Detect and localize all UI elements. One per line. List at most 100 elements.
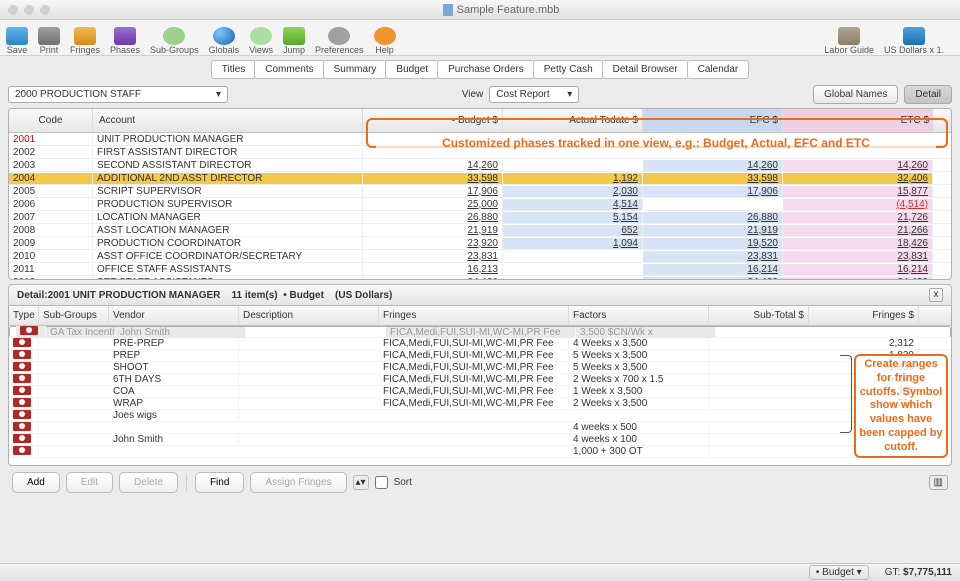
- table-row[interactable]: 2009PRODUCTION COORDINATOR23,9201,09419,…: [9, 237, 951, 250]
- tab-budget[interactable]: Budget: [385, 60, 439, 79]
- cash-icon: [13, 374, 31, 383]
- table-row[interactable]: 2008ASST LOCATION MANAGER21,91965221,919…: [9, 224, 951, 237]
- dcol-vendor[interactable]: Vendor: [109, 306, 239, 325]
- subgroups-button[interactable]: Sub-Groups: [150, 27, 199, 55]
- sort-checkbox[interactable]: [375, 476, 388, 489]
- tab-summary[interactable]: Summary: [323, 60, 388, 79]
- table-row[interactable]: 2001UNIT PRODUCTION MANAGER: [9, 133, 951, 146]
- save-button[interactable]: Save: [6, 27, 28, 55]
- col-account[interactable]: Account: [93, 109, 363, 132]
- subgroups-icon: [163, 27, 185, 45]
- detail-row[interactable]: GA Tax IncentiveJohn SmithFICA,Medi,FUI,…: [9, 326, 951, 338]
- globals-button[interactable]: Globals: [209, 27, 240, 55]
- help-icon: [374, 27, 396, 45]
- print-button[interactable]: Print: [38, 27, 60, 55]
- find-button[interactable]: Find: [195, 472, 244, 493]
- edit-button[interactable]: Edit: [66, 472, 113, 493]
- detail-row[interactable]: SHOOTFICA,Medi,FUI,SUI-MI,WC-MI,PR Fee5 …: [9, 362, 951, 374]
- tab-purchase-orders[interactable]: Purchase Orders: [437, 60, 535, 79]
- table-row[interactable]: 2003SECOND ASSISTANT DIRECTOR14,26014,26…: [9, 159, 951, 172]
- tab-petty-cash[interactable]: Petty Cash: [533, 60, 604, 79]
- view-label: View: [462, 89, 484, 100]
- tab-titles[interactable]: Titles: [211, 60, 257, 79]
- jump-button[interactable]: Jump: [283, 27, 305, 55]
- tab-comments[interactable]: Comments: [254, 60, 324, 79]
- views-button[interactable]: Views: [249, 27, 273, 55]
- dcol-subtotal[interactable]: Sub-Total $: [709, 306, 809, 325]
- dcol-subgroups[interactable]: Sub-Groups: [39, 306, 109, 325]
- detail-row[interactable]: WRAPFICA,Medi,FUI,SUI-MI,WC-MI,PR Fee2 W…: [9, 398, 951, 410]
- window-titlebar: Sample Feature.mbb: [0, 0, 960, 20]
- accounts-grid[interactable]: Code Account • Budget $ Actual Todate $ …: [8, 108, 952, 280]
- detail-actions: Add Edit Delete Find Assign Fringes ▴▾ S…: [0, 468, 960, 497]
- dcol-fringes-amt[interactable]: Fringes $: [809, 306, 919, 325]
- table-row[interactable]: 2010ASST OFFICE COORDINATOR/SECRETARY23,…: [9, 250, 951, 263]
- detail-button[interactable]: Detail: [904, 85, 952, 104]
- close-detail-button[interactable]: x: [929, 288, 943, 302]
- assign-fringes-button[interactable]: Assign Fringes: [250, 472, 346, 493]
- table-row[interactable]: 2004ADDITIONAL 2ND ASST DIRECTOR33,5981,…: [9, 172, 951, 185]
- detail-count: 11 item(s): [232, 290, 278, 301]
- add-button[interactable]: Add: [12, 472, 60, 493]
- col-etc[interactable]: ETC $: [783, 109, 933, 132]
- sort-stepper[interactable]: ▴▾: [353, 475, 369, 490]
- traffic-lights[interactable]: [8, 5, 50, 15]
- cash-icon: [13, 422, 31, 431]
- view-selector[interactable]: Cost Report ▾: [489, 86, 579, 103]
- phases-icon: [114, 27, 136, 45]
- detail-row[interactable]: Joes wigs: [9, 410, 951, 422]
- detail-row[interactable]: PRE-PREPFICA,Medi,FUI,SUI-MI,WC-MI,PR Fe…: [9, 338, 951, 350]
- detail-row[interactable]: 6TH DAYSFICA,Medi,FUI,SUI-MI,WC-MI,PR Fe…: [9, 374, 951, 386]
- detail-row[interactable]: PREPFICA,Medi,FUI,SUI-MI,WC-MI,PR Fee5 W…: [9, 350, 951, 362]
- fringes-button[interactable]: Fringes: [70, 27, 100, 55]
- detail-row[interactable]: 4 weeks x 500: [9, 422, 951, 434]
- status-phase-selector[interactable]: • Budget ▾: [809, 565, 869, 580]
- section-tabs: Titles Comments Summary Budget Purchase …: [0, 60, 960, 79]
- main-toolbar: Save Print Fringes Phases Sub-Groups Glo…: [0, 20, 960, 56]
- global-names-button[interactable]: Global Names: [813, 85, 898, 104]
- cash-icon: [13, 362, 31, 371]
- close-window-icon[interactable]: [8, 5, 18, 15]
- col-actual[interactable]: Actual Todate $: [503, 109, 643, 132]
- globals-icon: [213, 27, 235, 45]
- dcol-type[interactable]: Type: [9, 306, 39, 325]
- dcol-description[interactable]: Description: [239, 306, 379, 325]
- zoom-window-icon[interactable]: [40, 5, 50, 15]
- annotation-text-2: Create ranges for fringe cutoffs. Symbol…: [854, 354, 948, 458]
- preferences-button[interactable]: Preferences: [315, 27, 364, 55]
- detail-grid[interactable]: Type Sub-Groups Vendor Description Fring…: [8, 306, 952, 466]
- window-title: Sample Feature.mbb: [457, 4, 560, 16]
- fringes-icon: [74, 27, 96, 45]
- table-row[interactable]: 2005SCRIPT SUPERVISOR17,9062,03017,90615…: [9, 185, 951, 198]
- tab-detail-browser[interactable]: Detail Browser: [602, 60, 689, 79]
- phases-button[interactable]: Phases: [110, 27, 140, 55]
- table-row[interactable]: 2011OFFICE STAFF ASSISTANTS16,21316,2141…: [9, 263, 951, 276]
- currency-button[interactable]: US Dollars x 1.: [884, 27, 944, 55]
- table-row[interactable]: 2002FIRST ASSISTANT DIRECTOR: [9, 146, 951, 159]
- detail-row[interactable]: John Smith4 weeks x 100: [9, 434, 951, 446]
- detail-row[interactable]: COAFICA,Medi,FUI,SUI-MI,WC-MI,PR Fee1 We…: [9, 386, 951, 398]
- cash-icon: [13, 398, 31, 407]
- col-code[interactable]: Code: [9, 109, 93, 132]
- labor-guide-button[interactable]: Labor Guide: [824, 27, 874, 55]
- delete-button[interactable]: Delete: [119, 472, 178, 493]
- table-row[interactable]: 2007LOCATION MANAGER26,8805,15426,88021,…: [9, 211, 951, 224]
- print-icon: [38, 27, 60, 45]
- col-budget[interactable]: • Budget $: [363, 109, 503, 132]
- layout-toggle-icon[interactable]: ▥: [929, 475, 948, 490]
- table-row[interactable]: 2006PRODUCTION SUPERVISOR25,0004,514(4,5…: [9, 198, 951, 211]
- tab-calendar[interactable]: Calendar: [687, 60, 750, 79]
- dcol-factors[interactable]: Factors: [569, 306, 709, 325]
- account-selector[interactable]: 2000 PRODUCTION STAFF ▾: [8, 86, 228, 103]
- detail-row[interactable]: 1,000 + 300 OT: [9, 446, 951, 458]
- cash-icon: [13, 434, 31, 443]
- detail-grid-header: Type Sub-Groups Vendor Description Fring…: [9, 306, 951, 326]
- col-efc[interactable]: EFC $: [643, 109, 783, 132]
- sort-label: Sort: [394, 477, 412, 488]
- table-row[interactable]: 2012SET STAFF ASSISTANTS24,42024,42024,4…: [9, 276, 951, 280]
- help-button[interactable]: Help: [374, 27, 396, 55]
- jump-icon: [283, 27, 305, 45]
- dcol-fringes[interactable]: Fringes: [379, 306, 569, 325]
- minimize-window-icon[interactable]: [24, 5, 34, 15]
- book-icon: [838, 27, 860, 45]
